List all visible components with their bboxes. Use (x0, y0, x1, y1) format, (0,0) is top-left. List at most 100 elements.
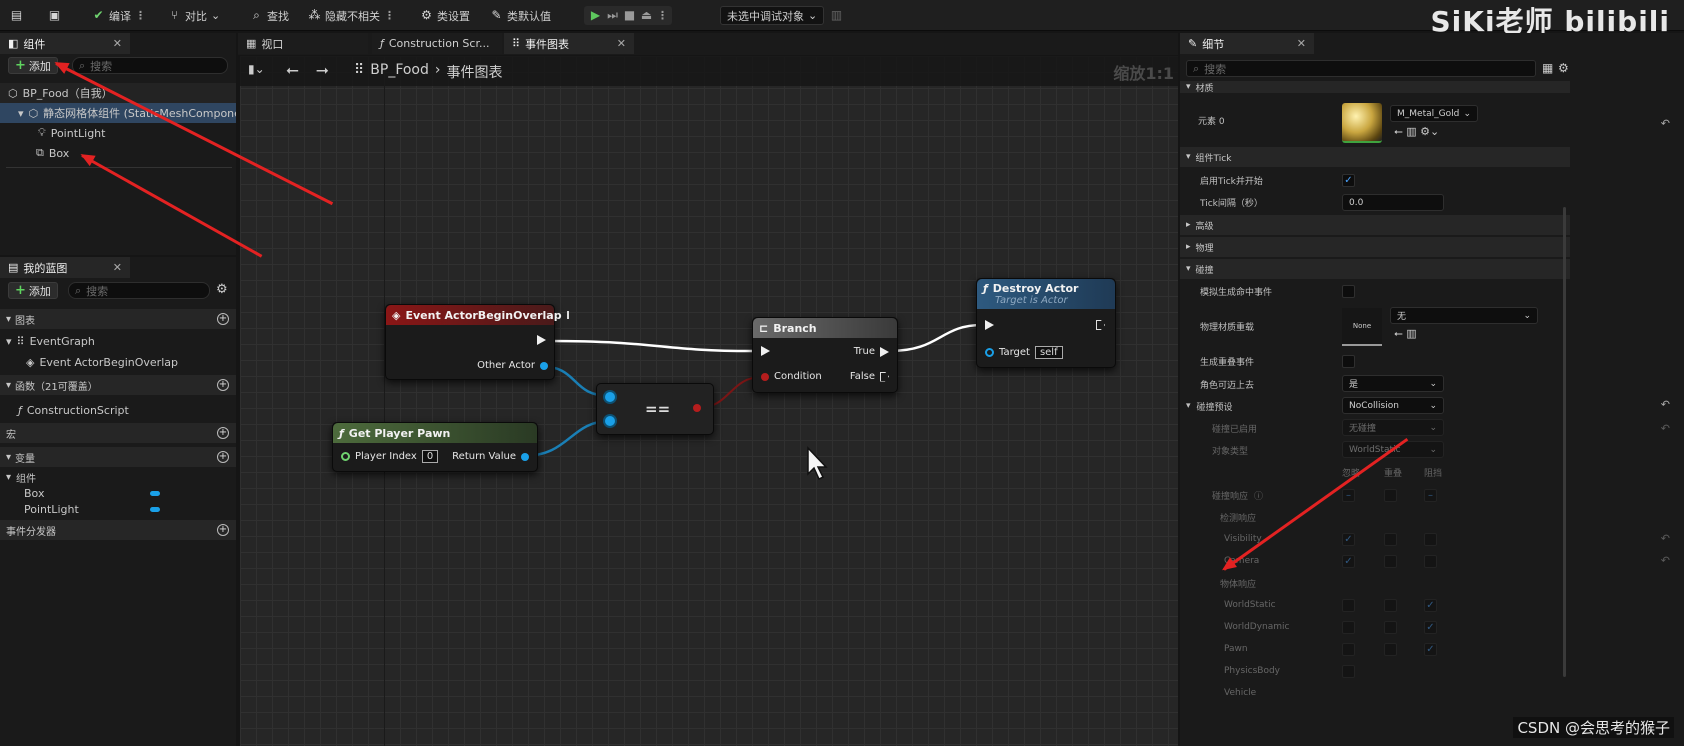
tick-interval-input[interactable]: 0.0 (1342, 194, 1444, 211)
pin-result[interactable] (693, 404, 701, 412)
visibility-block-check[interactable] (1424, 533, 1437, 546)
visibility-ignore-check[interactable]: ✓ (1342, 533, 1355, 546)
ws-overlap-check[interactable] (1384, 599, 1397, 612)
pin-other-actor[interactable]: Other Actor (477, 360, 548, 371)
close-icon[interactable]: ✕ (113, 261, 122, 274)
pawn-overlap-check[interactable] (1384, 643, 1397, 656)
pin-true[interactable]: True (854, 346, 889, 357)
find-button[interactable]: ⌕ 查找 (250, 6, 289, 25)
variable-pointlight[interactable]: PointLight (24, 499, 164, 519)
pin-a[interactable] (605, 392, 615, 402)
collision-enabled-dropdown[interactable]: 无碰撞 ⌄ (1342, 419, 1444, 436)
add-member-button[interactable]: + 添加 (8, 282, 58, 299)
collision-presets-dropdown[interactable]: NoCollision ⌄ (1342, 397, 1444, 414)
tab-viewport[interactable]: ▦ 视口 (238, 33, 368, 54)
node-event-actor-begin-overlap[interactable]: ◈ Event ActorBeginOverlap Other Actor (385, 304, 569, 380)
pin-b[interactable] (605, 416, 615, 426)
tab-components[interactable]: ◧ 组件 ✕ (0, 33, 130, 54)
pin-false[interactable]: False (850, 371, 889, 382)
phys-mat-thumbnail[interactable]: None (1342, 308, 1382, 346)
overlap-events-checkbox[interactable] (1342, 355, 1355, 368)
visibility-overlap-check[interactable] (1384, 533, 1397, 546)
browse-icons[interactable]: ⭠ ▥ ⚙⌄ (1394, 125, 1439, 139)
add-function-icon[interactable]: + (217, 379, 229, 391)
material-thumbnail[interactable] (1342, 103, 1382, 143)
section-dispatchers[interactable]: 事件分发器 (0, 520, 236, 540)
wd-overlap-check[interactable] (1384, 621, 1397, 634)
grid-view-icon[interactable]: ▦ (1542, 61, 1553, 75)
camera-ignore-check[interactable]: ✓ (1342, 555, 1355, 568)
target-input[interactable]: self (1034, 346, 1063, 359)
pb-ignore-check[interactable] (1342, 665, 1355, 678)
pin-player-index[interactable]: Player Index 0 (341, 450, 439, 463)
tree-item-pointlight[interactable]: 💡︎ PointLight (38, 123, 105, 143)
node-get-player-pawn[interactable]: ƒ Get Player Pawn Player Index 0 Return Va… (332, 422, 538, 472)
response-ignore-radio[interactable]: – (1342, 489, 1355, 502)
pin-exec-out[interactable] (537, 335, 546, 345)
step-icon[interactable]: ⏭ (606, 9, 619, 22)
section-materials[interactable]: ▾ 材质 (1180, 81, 1570, 93)
ws-ignore-check[interactable] (1342, 599, 1355, 612)
gear-icon[interactable]: ⚙ (1558, 61, 1569, 75)
class-defaults-button[interactable]: ✎ 类默认值 (490, 6, 551, 25)
diff-button[interactable]: ⑂ 对比 ⌄ (168, 6, 220, 25)
compile-button[interactable]: ✔ 编译 ⋮ (92, 6, 146, 25)
tab-my-blueprint[interactable]: ▤ 我的蓝图 ✕ (0, 257, 130, 278)
eject-icon[interactable]: ⏏ (640, 9, 653, 22)
section-macros[interactable]: 宏 (0, 423, 236, 443)
tree-item-static-mesh[interactable]: ▾ ⬡ 静态网格体组件 (StaticMeshComponent) (0, 103, 236, 123)
step-up-dropdown[interactable]: 是 ⌄ (1342, 375, 1444, 392)
phys-mat-dropdown[interactable]: 无 ⌄ (1390, 307, 1538, 324)
camera-overlap-check[interactable] (1384, 555, 1397, 568)
close-icon[interactable]: ✕ (617, 37, 626, 50)
section-component-tick[interactable]: ▾ 组件Tick (1180, 147, 1570, 167)
tab-details[interactable]: ✎ 细节 ✕ (1180, 33, 1314, 54)
event-item[interactable]: ◈ Event ActorBeginOverlap (26, 352, 178, 372)
section-functions[interactable]: ▾ 函数（21可覆盖） (0, 375, 236, 395)
reset-icon[interactable]: ↶ (1661, 532, 1670, 545)
camera-block-check[interactable] (1424, 555, 1437, 568)
browse-icon[interactable]: ▣ (48, 6, 61, 25)
close-icon[interactable]: ✕ (1297, 37, 1306, 50)
save-icon[interactable]: ▤ (10, 6, 23, 25)
details-search-input[interactable]: ⌕ 搜索 (1186, 60, 1536, 77)
ws-block-check[interactable]: ✓ (1424, 599, 1437, 612)
player-index-input[interactable]: 0 (421, 450, 439, 463)
reset-icon[interactable]: ↶ (1661, 398, 1670, 411)
wd-ignore-check[interactable] (1342, 621, 1355, 634)
pawn-ignore-check[interactable] (1342, 643, 1355, 656)
construction-script-item[interactable]: ƒ ConstructionScript (18, 400, 129, 420)
section-advanced[interactable]: ▸ 高级 (1180, 215, 1570, 235)
debug-target-dropdown[interactable]: 未选中调试对象 ⌄ (720, 6, 825, 25)
response-overlap-radio[interactable] (1384, 489, 1397, 502)
pin-condition[interactable]: Condition (761, 371, 822, 382)
stop-icon[interactable]: ■ (623, 9, 636, 22)
pin-exec-in[interactable] (985, 320, 994, 330)
node-destroy-actor[interactable]: ƒ Destroy Actor Target is Actor Target sel… (976, 278, 1116, 368)
event-graph-canvas[interactable]: ▮⌄ ⭠ ⭢ ⠿ BP_Food › 事件图表 缩放1:1 ◈ Event Acto… (240, 56, 1178, 746)
event-graph-item[interactable]: ▾ ⠿ EventGraph (6, 331, 95, 351)
pin-return-value[interactable]: Return Value (452, 451, 529, 462)
reset-icon[interactable]: ↶ (1661, 422, 1670, 435)
play-icon[interactable]: ▶ (589, 9, 602, 22)
wd-block-check[interactable]: ✓ (1424, 621, 1437, 634)
add-graph-icon[interactable]: + (217, 313, 229, 325)
start-tick-checkbox[interactable]: ✓ (1342, 174, 1355, 187)
add-macro-icon[interactable]: + (217, 427, 229, 439)
browse-icons[interactable]: ⭠ ▥ (1394, 327, 1417, 341)
tree-item-box[interactable]: ⧉ Box (36, 143, 69, 163)
tab-event-graph[interactable]: ⠿ 事件图表 ✕ (504, 33, 634, 54)
reset-icon[interactable]: ↶ (1661, 117, 1670, 130)
add-variable-icon[interactable]: + (217, 451, 229, 463)
material-dropdown[interactable]: M_Metal_Gold ⌄ (1390, 105, 1478, 122)
component-search-input[interactable]: ⌕ 搜索 (72, 57, 228, 74)
blueprint-search-input[interactable]: ⌕ 搜索 (68, 282, 210, 299)
scrollbar[interactable] (1563, 207, 1566, 677)
pin-exec-in[interactable] (761, 346, 770, 356)
section-variables[interactable]: ▾ 变量 (0, 447, 236, 467)
add-dispatcher-icon[interactable]: + (217, 524, 229, 536)
pin-target[interactable]: Target self (985, 346, 1063, 359)
node-branch[interactable]: ⊏ Branch Condition True False (752, 317, 898, 393)
pin-exec-out[interactable] (1096, 320, 1105, 330)
add-component-button[interactable]: + 添加 (8, 57, 58, 74)
